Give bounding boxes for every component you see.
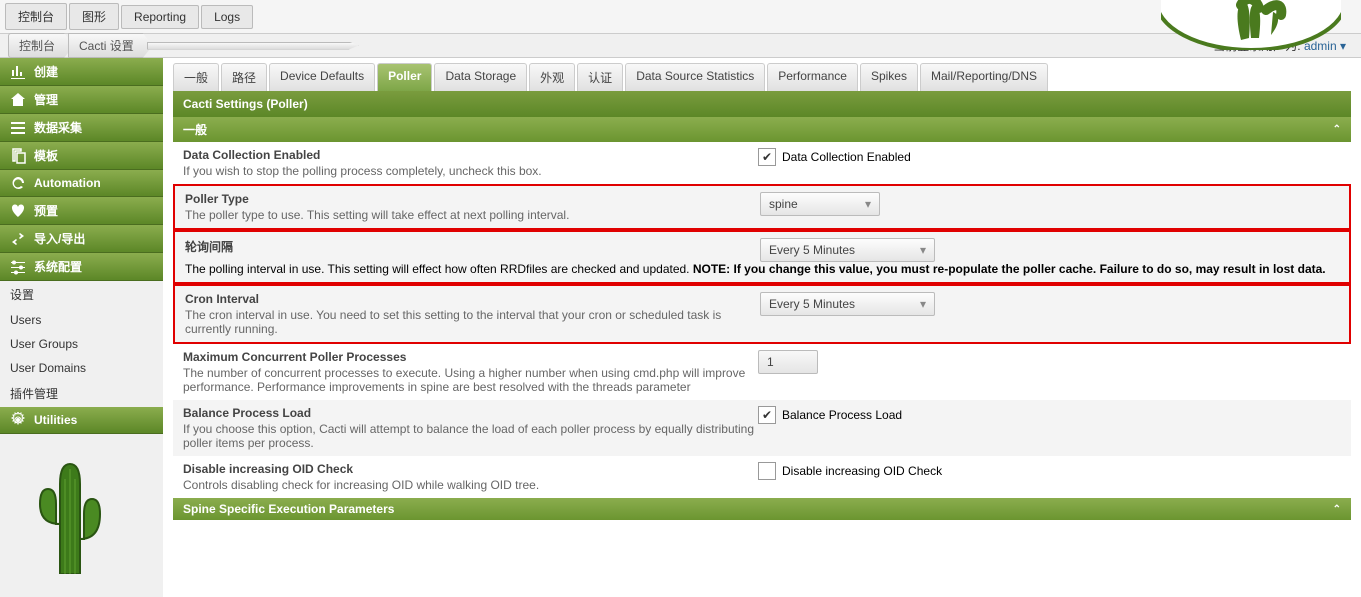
cactus-logo: [0, 434, 163, 597]
label-disable-oid: Disable increasing OID Check: [183, 462, 758, 476]
desc-poll-interval: The polling interval in use. This settin…: [185, 262, 1339, 276]
sidebar-item-importexport[interactable]: 导入/导出: [0, 225, 163, 253]
row-data-collection: Data Collection Enabled If you wish to s…: [173, 142, 1351, 184]
chart-icon: [10, 64, 26, 80]
sidebar-label: 管理: [34, 91, 58, 108]
desc-max-proc: The number of concurrent processes to ex…: [183, 366, 758, 394]
row-disable-oid: Disable increasing OID Check Controls di…: [173, 456, 1351, 498]
sidebar-item-template[interactable]: 模板: [0, 142, 163, 170]
subtab-visual[interactable]: 外观: [529, 63, 575, 91]
top-tabs-bar: 控制台 图形 Reporting Logs: [0, 0, 1361, 34]
sidebar-sub-usergroups[interactable]: User Groups: [0, 332, 163, 356]
subtab-mail[interactable]: Mail/Reporting/DNS: [920, 63, 1048, 91]
subtab-data-storage[interactable]: Data Storage: [434, 63, 527, 91]
cacti-logo-corner: [1161, 0, 1341, 53]
breadcrumb: 控制台 Cacti 设置: [0, 33, 353, 58]
top-tab-console[interactable]: 控制台: [5, 3, 67, 30]
chklabel-data-collection: Data Collection Enabled: [782, 150, 911, 164]
chklabel-disable-oid: Disable increasing OID Check: [782, 464, 942, 478]
sidebar-item-automation[interactable]: Automation: [0, 170, 163, 197]
sidebar-item-manage[interactable]: 管理: [0, 86, 163, 114]
label-balance: Balance Process Load: [183, 406, 758, 420]
sidebar-label: 系统配置: [34, 258, 82, 275]
top-tab-logs[interactable]: Logs: [201, 5, 253, 29]
sidebar-sub-userdomains[interactable]: User Domains: [0, 356, 163, 380]
label-max-proc: Maximum Concurrent Poller Processes: [183, 350, 758, 364]
row-poll-interval: 轮询间隔 Every 5 Minutes The polling interva…: [173, 230, 1351, 284]
subtab-general[interactable]: 一般: [173, 63, 219, 91]
sidebar-label: Utilities: [34, 413, 77, 427]
sidebar-label: 导入/导出: [34, 230, 85, 247]
sidebar-item-datacollect[interactable]: 数据采集: [0, 114, 163, 142]
exchange-icon: [10, 231, 26, 247]
select-poll-interval[interactable]: Every 5 Minutes: [760, 238, 935, 262]
sidebar-label: Automation: [34, 176, 101, 190]
panel-title: Cacti Settings (Poller): [173, 91, 1351, 117]
subtab-device-defaults[interactable]: Device Defaults: [269, 63, 375, 91]
desc-cron-interval: The cron interval in use. You need to se…: [185, 308, 760, 336]
sidebar-item-sysconfig[interactable]: 系统配置: [0, 253, 163, 281]
checkbox-disable-oid[interactable]: [758, 462, 776, 480]
sidebar-item-preset[interactable]: 预置: [0, 197, 163, 225]
sidebar-item-utilities[interactable]: Utilities: [0, 407, 163, 434]
subtab-spikes[interactable]: Spikes: [860, 63, 918, 91]
crumb-console[interactable]: 控制台: [8, 33, 74, 58]
content-area: 一般 路径 Device Defaults Poller Data Storag…: [163, 58, 1361, 597]
breadcrumb-bar: 控制台 Cacti 设置 当前登录用户为: admin ▾: [0, 34, 1361, 58]
sidebar-sub-plugins[interactable]: 插件管理: [0, 380, 163, 407]
collapse-icon: ⌃: [1333, 124, 1341, 135]
refresh-icon: [10, 175, 26, 191]
sidebar-label: 预置: [34, 202, 58, 219]
sidebar-label: 数据采集: [34, 119, 82, 136]
label-poll-interval: 轮询间隔: [185, 238, 760, 255]
sidebar-sub-users[interactable]: Users: [0, 308, 163, 332]
sidebar-label: 创建: [34, 63, 58, 80]
sidebar-item-create[interactable]: 创建: [0, 58, 163, 86]
collapse-icon: ⌃: [1333, 504, 1341, 515]
chklabel-balance: Balance Process Load: [782, 408, 902, 422]
desc-poller-type: The poller type to use. This setting wil…: [185, 208, 760, 222]
sidebar-sub-settings[interactable]: 设置: [0, 281, 163, 308]
home-icon: [10, 92, 26, 108]
section-label: Spine Specific Execution Parameters: [183, 502, 394, 516]
checkbox-data-collection[interactable]: ✔: [758, 148, 776, 166]
crumb-spacer: [147, 42, 359, 50]
section-label: 一般: [183, 121, 207, 138]
label-data-collection: Data Collection Enabled: [183, 148, 758, 162]
select-poller-type[interactable]: spine: [760, 192, 880, 216]
gear-icon: [10, 412, 26, 428]
sliders-icon: [10, 259, 26, 275]
desc-disable-oid: Controls disabling check for increasing …: [183, 478, 758, 492]
desc-balance: If you choose this option, Cacti will at…: [183, 422, 758, 450]
checkbox-balance[interactable]: ✔: [758, 406, 776, 424]
row-balance: Balance Process Load If you choose this …: [173, 400, 1351, 456]
top-tab-graph[interactable]: 图形: [69, 3, 119, 30]
settings-sub-tabs: 一般 路径 Device Defaults Poller Data Storag…: [173, 63, 1351, 91]
select-cron-interval[interactable]: Every 5 Minutes: [760, 292, 935, 316]
top-tab-reporting[interactable]: Reporting: [121, 5, 199, 29]
row-max-proc: Maximum Concurrent Poller Processes The …: [173, 344, 1351, 400]
sidebar: 创建 管理 数据采集 模板 Automation 预置 导入/导出 系统配置 设…: [0, 58, 163, 597]
desc-data-collection: If you wish to stop the polling process …: [183, 164, 758, 178]
subtab-dss[interactable]: Data Source Statistics: [625, 63, 765, 91]
copy-icon: [10, 148, 26, 164]
label-cron-interval: Cron Interval: [185, 292, 760, 306]
row-cron-interval: Cron Interval The cron interval in use. …: [173, 284, 1351, 344]
section-spine[interactable]: Spine Specific Execution Parameters ⌃: [173, 498, 1351, 520]
crumb-settings[interactable]: Cacti 设置: [68, 33, 153, 58]
input-max-proc[interactable]: 1: [758, 350, 818, 374]
heart-icon: [10, 203, 26, 219]
label-poller-type: Poller Type: [185, 192, 760, 206]
section-general[interactable]: 一般 ⌃: [173, 117, 1351, 142]
subtab-poller[interactable]: Poller: [377, 63, 432, 91]
sidebar-label: 模板: [34, 147, 58, 164]
subtab-auth[interactable]: 认证: [577, 63, 623, 91]
subtab-path[interactable]: 路径: [221, 63, 267, 91]
bars-icon: [10, 120, 26, 136]
subtab-performance[interactable]: Performance: [767, 63, 858, 91]
row-poller-type: Poller Type The poller type to use. This…: [173, 184, 1351, 230]
